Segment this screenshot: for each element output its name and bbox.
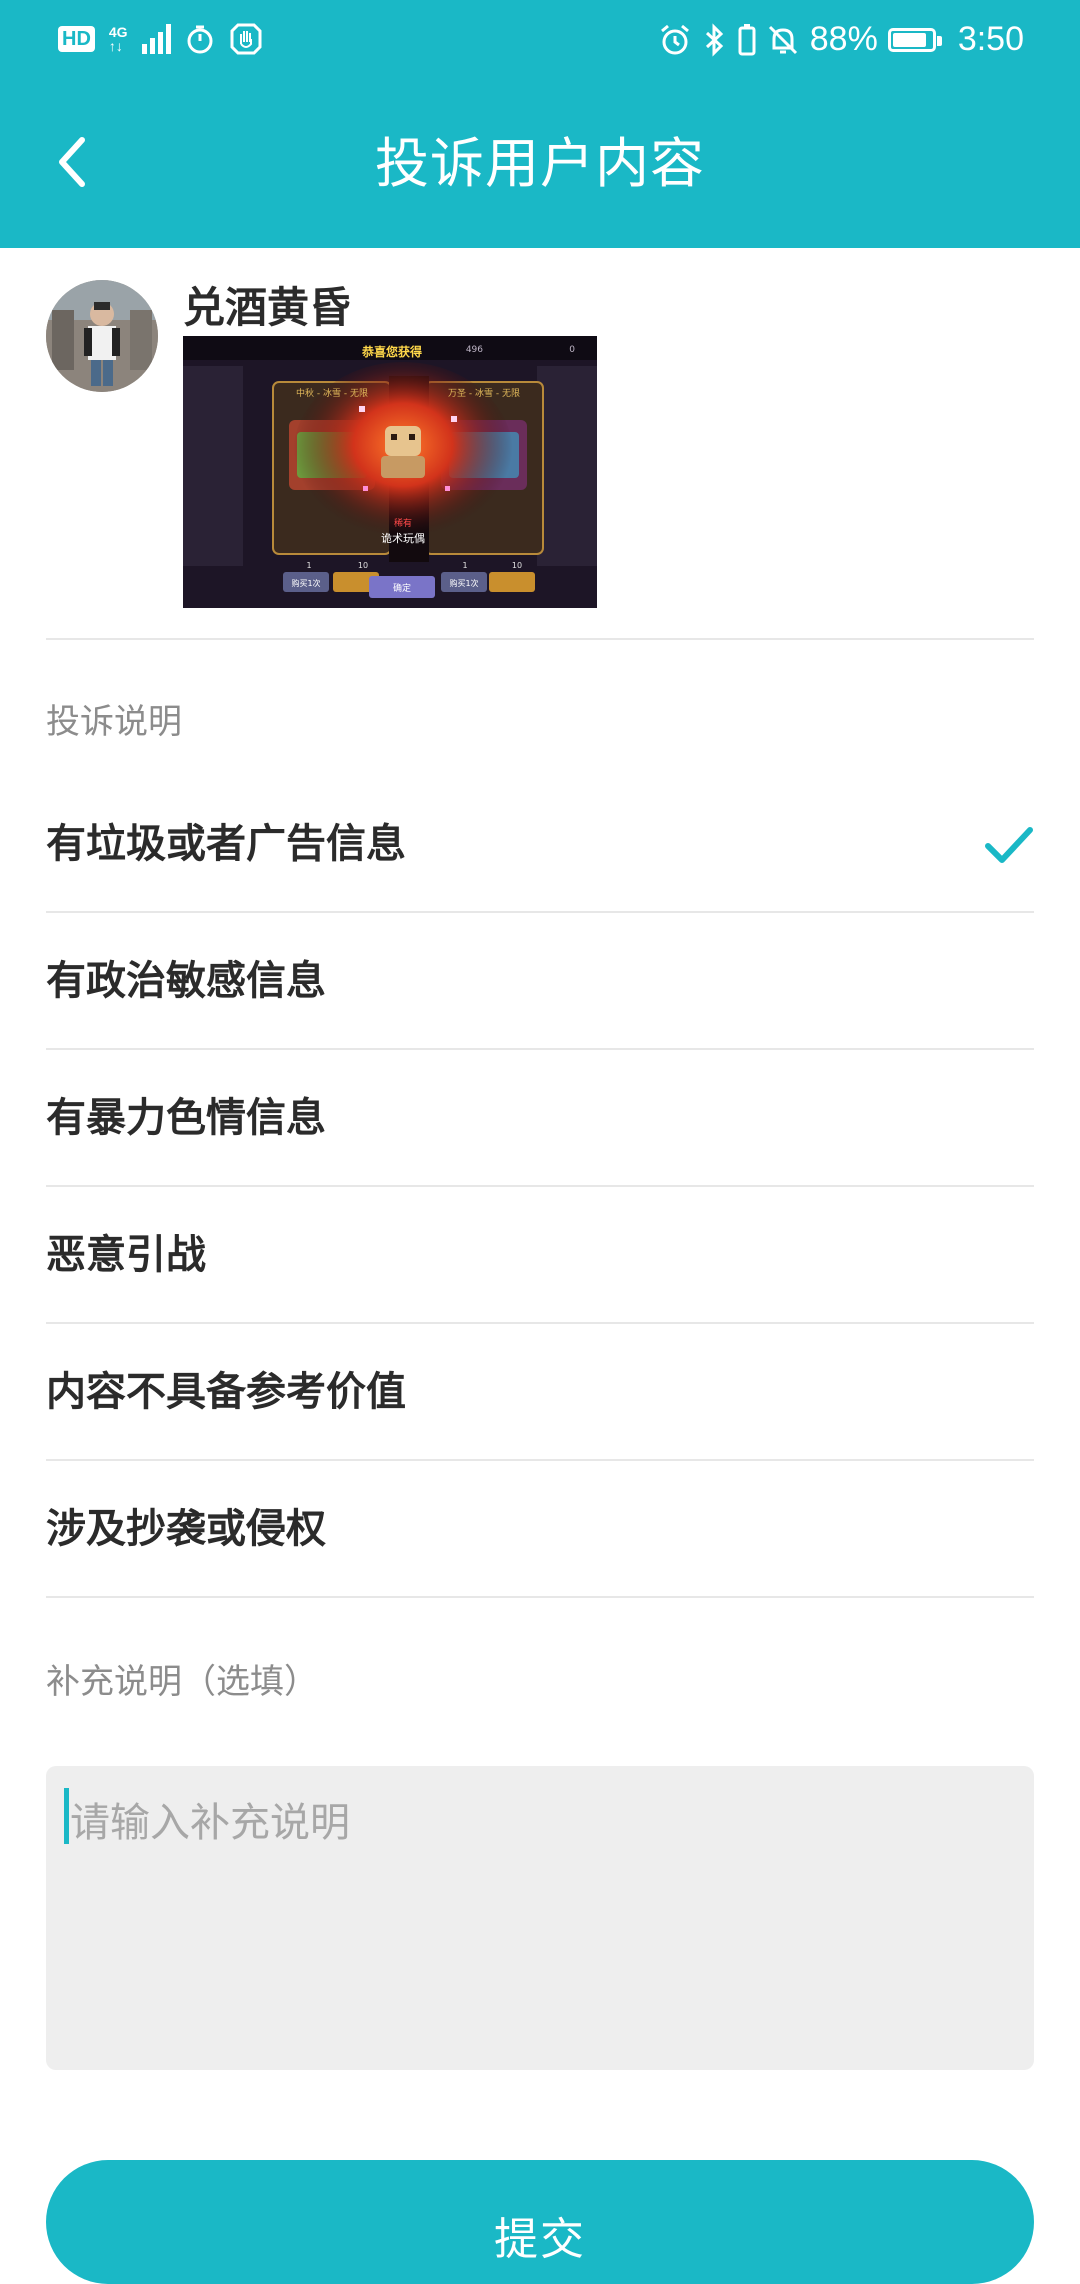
hand-icon: [230, 23, 262, 55]
divider: [46, 1596, 1034, 1598]
reported-username[interactable]: 兑酒黄昏: [183, 280, 351, 336]
shot-item-name: 诡术玩偶: [381, 531, 425, 545]
shot-item-tag: 稀有: [394, 517, 412, 529]
reason-option-label: 涉及抄袭或侵权: [46, 1506, 326, 1552]
battery-level-fill: [892, 32, 926, 47]
shot-buy-once-right: 购买1次: [449, 578, 478, 588]
status-right-icons: 88% 3:50: [658, 20, 1024, 59]
reason-option-label: 有暴力色情信息: [46, 1095, 326, 1141]
network-activity-icon: ↑↓: [108, 38, 123, 54]
phone-battery-icon: [738, 23, 756, 55]
reason-option[interactable]: 涉及抄袭或侵权: [46, 1461, 1034, 1598]
reason-option[interactable]: 内容不具备参考价值: [46, 1324, 1034, 1461]
network-type: 4G ↑↓: [109, 25, 128, 53]
shot-cost-left: 1: [306, 561, 311, 570]
shot-cost-right-2: 10: [512, 561, 522, 570]
timer-icon: [187, 25, 213, 54]
shot-confirm: 确定: [393, 582, 411, 594]
shot-banner: 恭喜您获得: [361, 344, 422, 359]
avatar[interactable]: [46, 280, 158, 392]
bluetooth-icon: [705, 22, 723, 57]
supplement-section-label: 补充说明（选填）: [46, 1662, 318, 1702]
alarm-icon: [660, 24, 689, 54]
battery-percent: 88%: [809, 20, 878, 58]
mute-bell-icon: [768, 25, 797, 54]
reason-option[interactable]: 恶意引战: [46, 1187, 1034, 1324]
reason-option-label: 恶意引战: [46, 1232, 206, 1278]
reason-option-label: 内容不具备参考价值: [46, 1369, 406, 1415]
network-label: 4G: [108, 24, 128, 40]
shot-card-left-title: 中秋 - 冰雪 - 无限: [296, 387, 368, 399]
reason-option[interactable]: 有暴力色情信息: [46, 1050, 1034, 1187]
submit-label: 提交: [494, 2214, 586, 2265]
reported-image[interactable]: 恭喜您获得 496 0 中秋 - 冰雪 - 无限 万圣 - 冰雪 - 无限 稀有…: [183, 336, 597, 608]
reason-option-label: 有垃圾或者广告信息: [46, 821, 406, 867]
submit-button[interactable]: 提交: [46, 2160, 1034, 2284]
avatar-photo: [46, 280, 158, 392]
shot-cost-left-2: 10: [358, 561, 368, 570]
shot-card-right-title: 万圣 - 冰雪 - 无限: [448, 387, 520, 399]
reason-option[interactable]: 有政治敏感信息: [46, 913, 1034, 1050]
hd-icon: HD: [58, 26, 95, 52]
status-bar: HD 4G ↑↓ 88% 3:50: [0, 0, 1080, 82]
status-left-icons: HD 4G ↑↓: [58, 22, 263, 56]
clock: 3:50: [957, 20, 1024, 58]
shot-counter-right: 0: [569, 345, 575, 355]
reason-option-label: 有政治敏感信息: [46, 958, 326, 1004]
shot-counter-left: 496: [466, 345, 483, 355]
checkmark-icon: [985, 827, 1033, 863]
text-cursor: [64, 1788, 69, 1844]
shot-buy-once: 购买1次: [291, 578, 320, 588]
complaint-section-label: 投诉说明: [46, 702, 182, 742]
reason-option[interactable]: 有垃圾或者广告信息: [46, 776, 1034, 913]
app-header: 投诉用户内容: [0, 82, 1080, 248]
page-title: 投诉用户内容: [375, 132, 705, 195]
divider: [46, 638, 1034, 640]
signal-icon: [141, 24, 171, 54]
battery-icon: [887, 27, 942, 52]
shot-cost-right: 1: [462, 561, 467, 570]
supplement-input[interactable]: [46, 1766, 1034, 2070]
game-screenshot: 恭喜您获得 496 0 中秋 - 冰雪 - 无限 万圣 - 冰雪 - 无限 稀有…: [183, 336, 597, 608]
